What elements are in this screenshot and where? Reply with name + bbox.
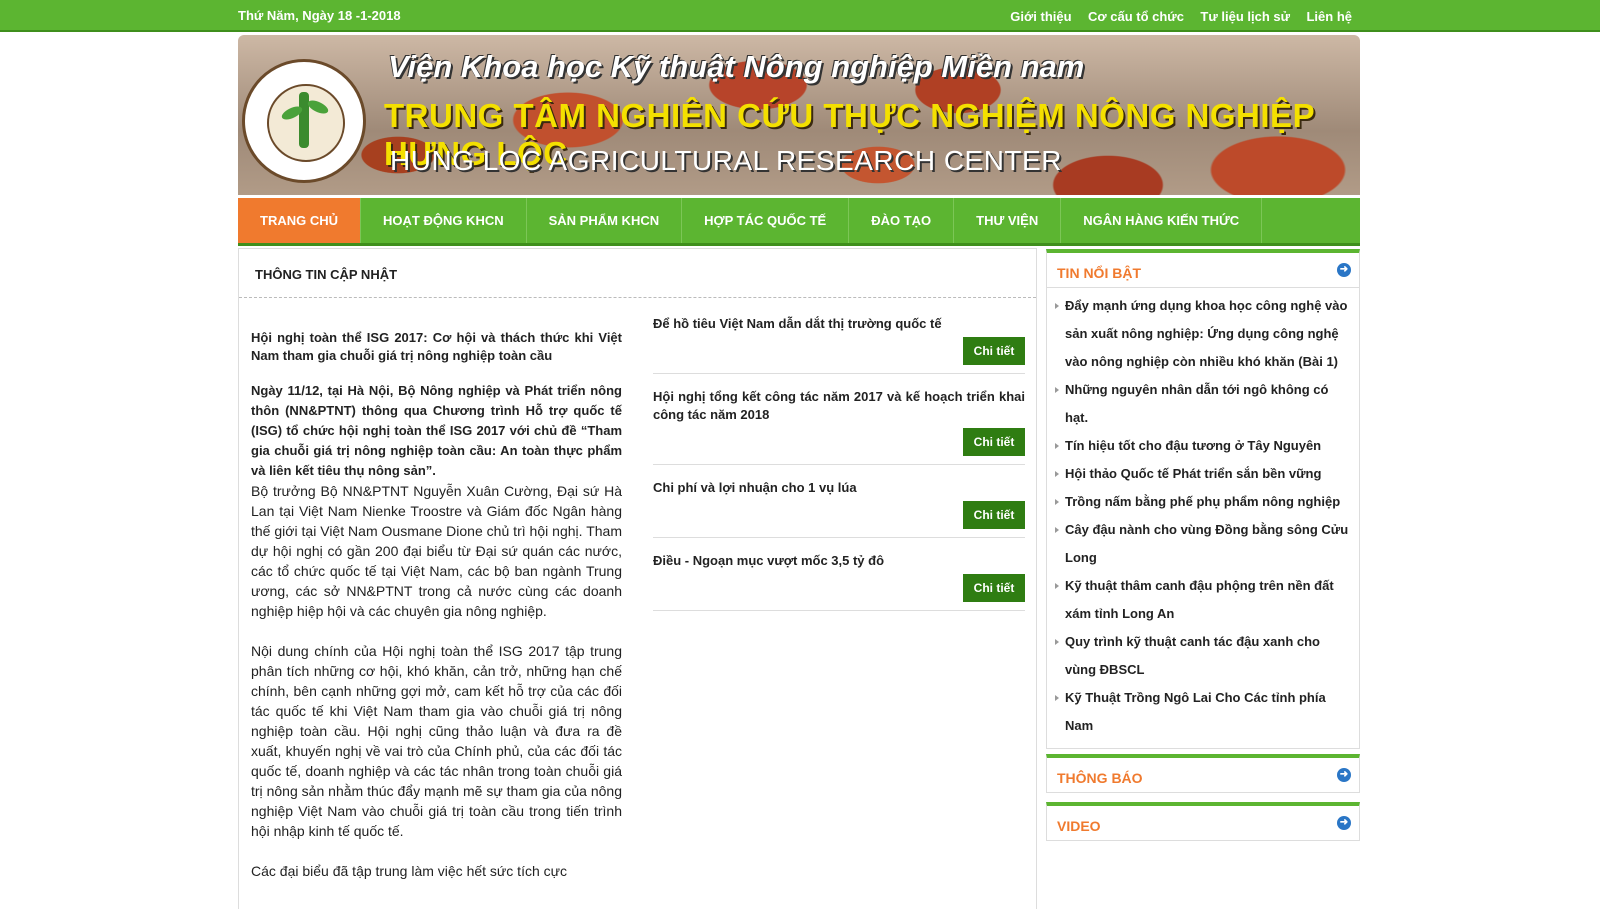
nav-training[interactable]: ĐÀO TẠO (849, 198, 955, 243)
announcements-label[interactable]: THÔNG BÁO (1057, 770, 1143, 786)
list-item[interactable]: Quy trình kỹ thuật canh tác đậu xanh cho… (1053, 628, 1353, 684)
header-banner: Viện Khoa học Kỹ thuật Nông nghiệp Miền … (238, 35, 1360, 195)
section-heading: THÔNG TIN CẬP NHẬT (255, 267, 398, 282)
article-paragraph: Các đại biểu đã tập trung làm việc hết s… (251, 863, 568, 879)
link-contact[interactable]: Liên hệ (1306, 9, 1352, 24)
video-box: VIDEO ➜ (1046, 802, 1360, 841)
list-item[interactable]: Trồng nấm bằng phế phụ phẩm nông nghiệp (1053, 488, 1353, 516)
news-item: Hội nghị tổng kết công tác năm 2017 và k… (653, 388, 1025, 465)
divider (239, 297, 1036, 298)
details-button[interactable]: Chi tiết (963, 574, 1025, 602)
top-links: Giới thiệu Cơ cấu tổ chức Tư liệu lịch s… (998, 8, 1352, 26)
video-title: VIDEO ➜ (1047, 806, 1359, 840)
main-content: THÔNG TIN CẬP NHẬT Hội nghị toàn thể ISG… (238, 248, 1037, 909)
featured-article: Hội nghị toàn thể ISG 2017: Cơ hội và th… (251, 329, 622, 901)
arrow-right-icon[interactable]: ➜ (1337, 263, 1351, 277)
news-title[interactable]: Hội nghị tổng kết công tác năm 2017 và k… (653, 388, 1025, 424)
details-button[interactable]: Chi tiết (963, 428, 1025, 456)
news-title[interactable]: Điều - Ngoạn mục vượt mốc 3,5 tỷ đô (653, 552, 1025, 570)
nav-science-activities[interactable]: HOẠT ĐỘNG KHCN (361, 198, 527, 243)
list-item[interactable]: Kỹ thuật thâm canh đậu phộng trên nền đấ… (1053, 572, 1353, 628)
nav-international-cooperation[interactable]: HỢP TÁC QUỐC TẾ (682, 198, 850, 243)
list-item[interactable]: Tín hiệu tốt cho đậu tương ở Tây Nguyên (1053, 432, 1353, 460)
news-list: Để hồ tiêu Việt Nam dẫn dắt thị trường q… (653, 315, 1025, 625)
banner-english-name: HUNG LOC AGRICULTURAL RESEARCH CENTER (390, 145, 1062, 176)
details-button[interactable]: Chi tiết (963, 501, 1025, 529)
news-item: Điều - Ngoạn mục vượt mốc 3,5 tỷ đô Chi … (653, 552, 1025, 611)
list-item[interactable]: Cây đậu nành cho vùng Đồng bằng sông Cửu… (1053, 516, 1353, 572)
featured-news-list: Đẩy mạnh ứng dụng khoa học công nghệ vào… (1047, 288, 1359, 748)
arrow-right-icon[interactable]: ➜ (1337, 768, 1351, 782)
article-paragraph: Bộ trưởng Bộ NN&PTNT Nguyễn Xuân Cường, … (251, 483, 622, 619)
news-item: Chi phí và lợi nhuận cho 1 vụ lúa Chi ti… (653, 479, 1025, 538)
details-button[interactable]: Chi tiết (963, 337, 1025, 365)
arrow-right-icon[interactable]: ➜ (1337, 816, 1351, 830)
featured-news-box: TIN NỔI BẬT ➜ Đẩy mạnh ứng dụng khoa học… (1046, 249, 1360, 749)
featured-news-title: TIN NỔI BẬT ➜ (1047, 253, 1359, 288)
news-title[interactable]: Để hồ tiêu Việt Nam dẫn dắt thị trường q… (653, 315, 1025, 333)
list-item[interactable]: Kỹ Thuật Trồng Ngô Lai Cho Các tỉnh phía… (1053, 684, 1353, 740)
nav-library[interactable]: THƯ VIỆN (954, 198, 1062, 243)
video-label[interactable]: VIDEO (1057, 818, 1101, 834)
nav-home[interactable]: TRANG CHỦ (238, 198, 361, 243)
news-title[interactable]: Chi phí và lợi nhuận cho 1 vụ lúa (653, 479, 1025, 497)
link-history[interactable]: Tư liệu lịch sử (1200, 9, 1290, 24)
announcements-title: THÔNG BÁO ➜ (1047, 758, 1359, 792)
news-item: Để hồ tiêu Việt Nam dẫn dắt thị trường q… (653, 315, 1025, 374)
announcements-box: THÔNG BÁO ➜ (1046, 754, 1360, 793)
link-about[interactable]: Giới thiệu (1010, 9, 1071, 24)
main-nav: TRANG CHỦ HOẠT ĐỘNG KHCN SẢN PHẨM KHCN H… (238, 198, 1360, 246)
featured-news-label: TIN NỔI BẬT (1057, 265, 1141, 281)
banner-institute-name: Viện Khoa học Kỹ thuật Nông nghiệp Miền … (388, 49, 1085, 84)
top-bar: Thứ Năm, Ngày 18 -1-2018 Giới thiệu Cơ c… (0, 0, 1600, 32)
nav-science-products[interactable]: SẢN PHẨM KHCN (527, 198, 683, 243)
list-item[interactable]: Đẩy mạnh ứng dụng khoa học công nghệ vào… (1053, 292, 1353, 376)
nav-knowledge-bank[interactable]: NGÂN HÀNG KIẾN THỨC (1061, 198, 1263, 243)
center-logo-seal[interactable] (242, 59, 366, 183)
list-item[interactable]: Những nguyên nhân dẫn tới ngô không có h… (1053, 376, 1353, 432)
article-lead: Ngày 11/12, tại Hà Nội, Bộ Nông nghiệp v… (251, 383, 622, 478)
list-item[interactable]: Hội thảo Quốc tế Phát triển sắn bền vững (1053, 460, 1353, 488)
article-title[interactable]: Hội nghị toàn thể ISG 2017: Cơ hội và th… (251, 329, 622, 365)
link-organization[interactable]: Cơ cấu tổ chức (1088, 9, 1184, 24)
article-paragraph: Nội dung chính của Hội nghị toàn thể ISG… (251, 643, 622, 839)
plant-icon (299, 92, 309, 148)
current-date: Thứ Năm, Ngày 18 -1-2018 (238, 8, 401, 23)
